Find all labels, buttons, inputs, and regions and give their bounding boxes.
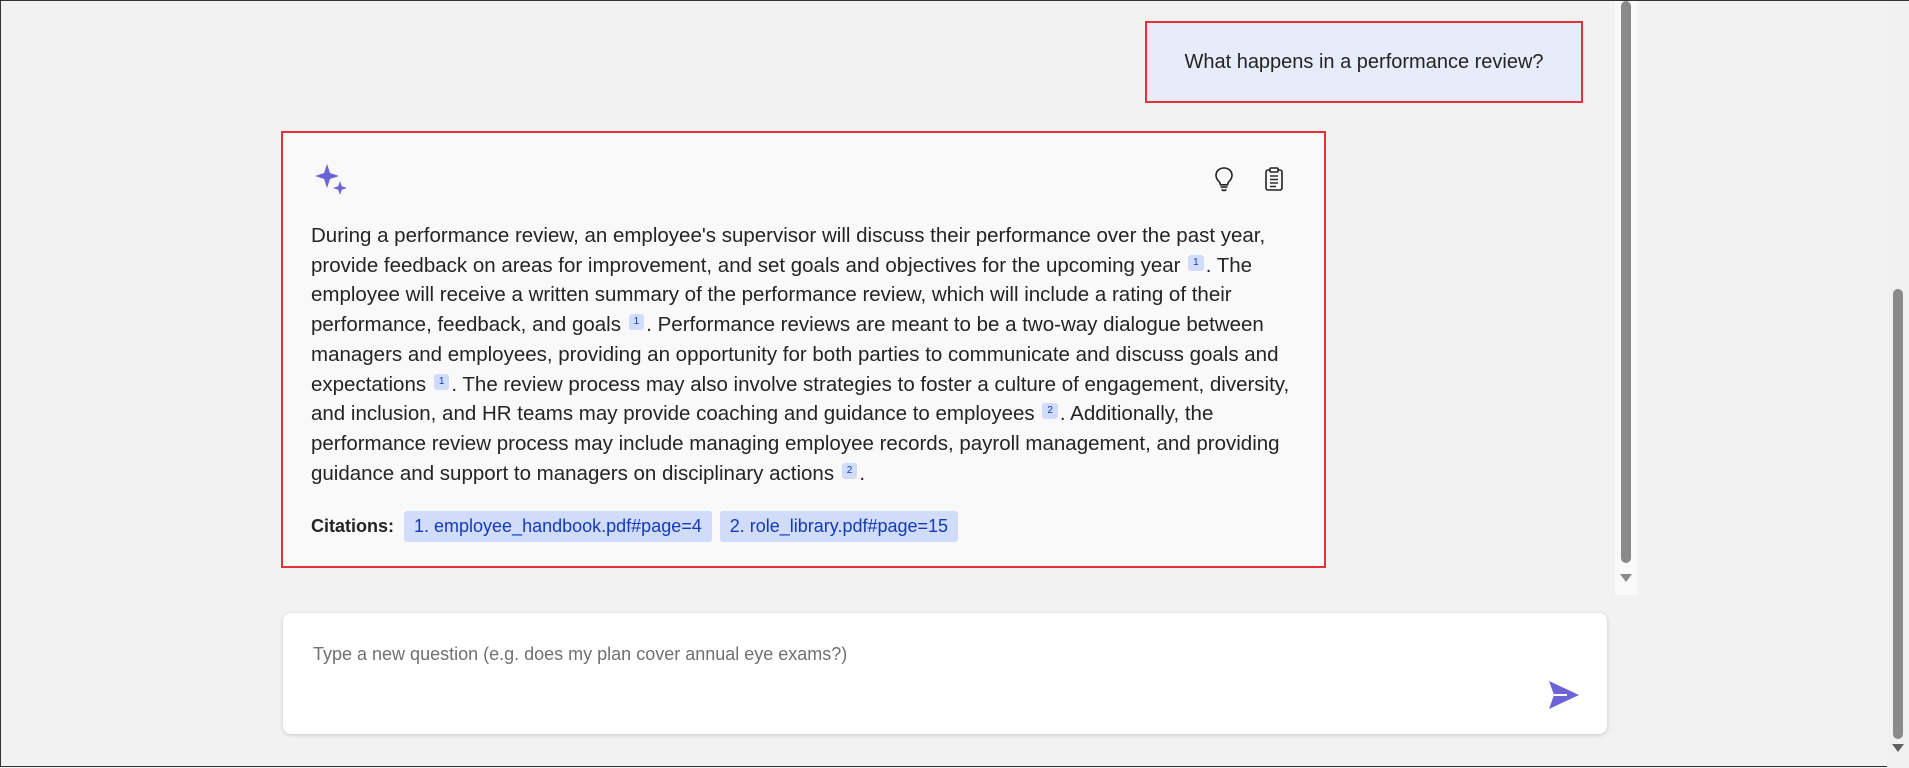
answer-text: During a performance review, an employee… [311, 221, 1296, 488]
citation-ref[interactable]: 1 [628, 314, 645, 331]
answer-segment: . [859, 461, 866, 485]
citation-ref[interactable]: 1 [433, 373, 450, 390]
citation-ref[interactable]: 2 [841, 462, 858, 479]
chat-scrollbar[interactable] [1615, 1, 1637, 595]
question-input-box [283, 613, 1607, 734]
chat-scrollbar-thumb[interactable] [1621, 1, 1631, 563]
citation-link[interactable]: 1. employee_handbook.pdf#page=4 [404, 511, 712, 542]
citations-row: Citations: 1. employee_handbook.pdf#page… [311, 511, 959, 542]
answer-card: During a performance review, an employee… [281, 131, 1326, 568]
user-message-text: What happens in a performance review? [1184, 50, 1544, 73]
question-input[interactable] [313, 639, 1513, 669]
sparkle-icon [315, 164, 347, 195]
citation-ref[interactable]: 1 [1188, 254, 1204, 271]
citation-link[interactable]: 2. role_library.pdf#page=15 [719, 511, 959, 542]
citation-ref[interactable]: 2 [1042, 403, 1058, 420]
user-message-bubble: What happens in a performance review? [1145, 21, 1583, 103]
answer-segment: During a performance review, an employee… [311, 224, 1266, 277]
citations-label: Citations: [311, 516, 394, 536]
page-scrollbar-thumb[interactable] [1893, 289, 1903, 739]
lightbulb-button[interactable] [1210, 165, 1238, 193]
page-scroll-down-arrow-icon[interactable] [1891, 743, 1905, 753]
scroll-down-arrow-icon[interactable] [1619, 573, 1633, 583]
clipboard-icon [1265, 167, 1283, 191]
send-icon[interactable] [1543, 675, 1583, 715]
page-scrollbar[interactable] [1887, 1, 1909, 768]
clipboard-button[interactable] [1260, 165, 1288, 193]
lightbulb-icon [1215, 167, 1233, 192]
